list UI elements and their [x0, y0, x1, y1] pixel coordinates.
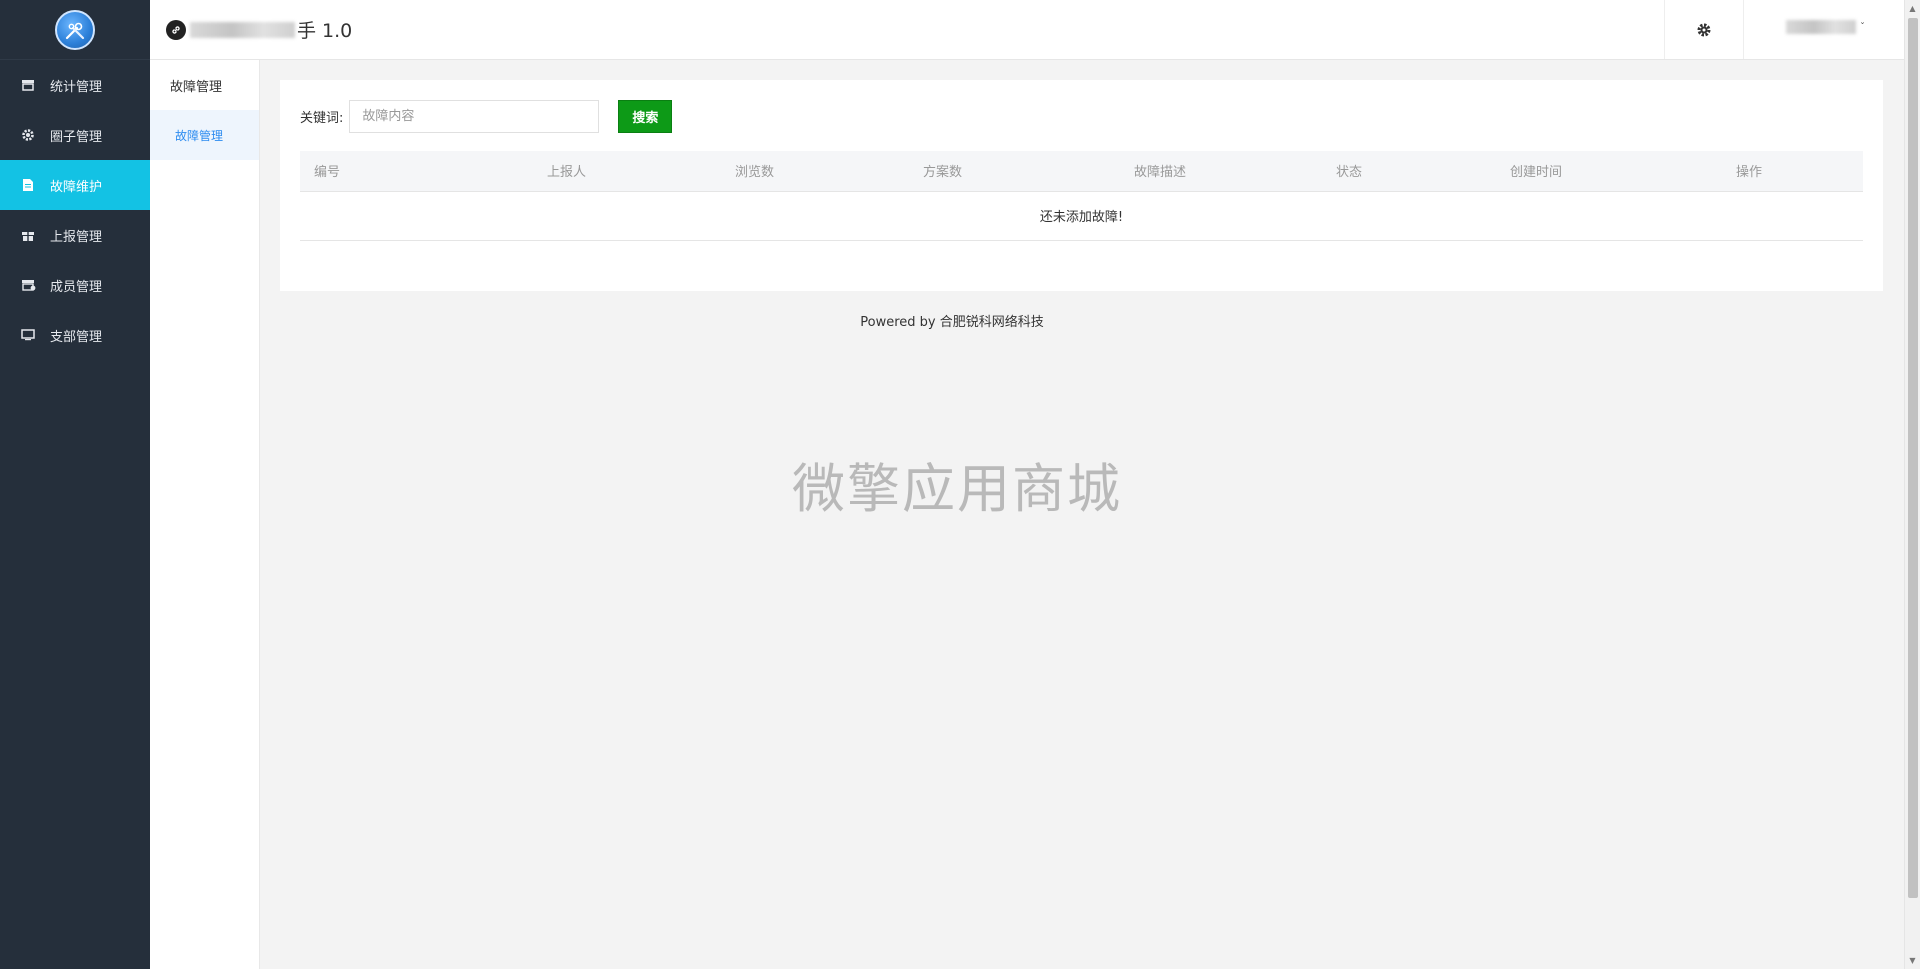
secondary-nav: 故障管理 故障管理 [150, 60, 260, 969]
column-header-actions: 操作 [1736, 165, 1763, 181]
sidebar-menu: 统计管理 圈子管理 故障维护 上报管理 成员管理 支部管理 [0, 60, 150, 360]
sidebar-item-circles[interactable]: 圈子管理 [0, 110, 150, 160]
column-header-solutions: 方案数 [923, 165, 963, 181]
watermark: 微擎应用商城 [792, 459, 1122, 520]
column-header-reporter: 上报人 [547, 165, 587, 181]
empty-row: 还未添加故障! [300, 191, 1863, 240]
footer-prefix: Powered by [860, 315, 936, 330]
gear-icon [20, 127, 36, 143]
logo-area [0, 0, 150, 60]
column-header-created-time: 创建时间 [1510, 165, 1563, 181]
sidebar-item-label: 上报管理 [50, 229, 103, 245]
top-header: 手 1.0 ˇ [150, 0, 1904, 60]
store-icon [20, 277, 36, 293]
redacted-username [1786, 20, 1856, 34]
link-icon [166, 19, 186, 40]
column-header-description: 故障描述 [1134, 165, 1187, 181]
scroll-up-icon[interactable]: ▲ [1905, 0, 1920, 17]
monitor-icon [20, 327, 36, 343]
sidebar-item-statistics[interactable]: 统计管理 [0, 60, 150, 110]
subnav-title: 故障管理 [170, 79, 223, 95]
sidebar-item-members[interactable]: 成员管理 [0, 260, 150, 310]
tools-icon [65, 22, 85, 39]
search-bar: 关键词: 搜索 [300, 100, 673, 133]
empty-message: 还未添加故障! [1039, 210, 1124, 225]
sidebar-item-label: 成员管理 [50, 279, 103, 295]
main-sidebar: 统计管理 圈子管理 故障维护 上报管理 成员管理 支部管理 [0, 0, 150, 969]
keyword-input[interactable] [349, 100, 600, 133]
app-logo[interactable] [55, 9, 95, 50]
sidebar-item-branches[interactable]: 支部管理 [0, 310, 150, 360]
content-panel: 关键词: 搜索 编号 上报人 浏览数 方案数 故障描述 状态 创建时间 操作 还… [280, 80, 1883, 291]
sidebar-item-reports[interactable]: 上报管理 [0, 210, 150, 260]
app-brand[interactable]: 手 1.0 [166, 16, 352, 43]
gear-icon [1697, 23, 1711, 36]
vertical-scrollbar[interactable]: ▲ ▼ [1904, 0, 1920, 969]
column-header-views: 浏览数 [735, 165, 775, 181]
gift-icon [20, 227, 36, 243]
subnav-item-fault-management[interactable]: 故障管理 [150, 110, 259, 160]
user-menu[interactable]: ˇ [1786, 20, 1865, 34]
sidebar-item-label: 支部管理 [50, 329, 103, 345]
sidebar-item-label: 故障维护 [50, 179, 103, 195]
search-button[interactable]: 搜索 [618, 100, 673, 133]
footer-company-link[interactable]: 合肥锐科网络科技 [940, 315, 1044, 330]
fault-table: 编号 上报人 浏览数 方案数 故障描述 状态 创建时间 操作 还未添加故障! [300, 151, 1863, 241]
column-header-id: 编号 [314, 165, 341, 181]
sidebar-item-label: 圈子管理 [50, 129, 103, 145]
sidebar-item-label: 统计管理 [50, 79, 103, 95]
footer: Powered by 合肥锐科网络科技 [280, 311, 1624, 330]
scroll-down-icon[interactable]: ▼ [1905, 952, 1920, 969]
column-header-status: 状态 [1336, 165, 1363, 181]
scrollbar-thumb[interactable] [1908, 18, 1918, 898]
redacted-app-name [190, 21, 295, 38]
document-icon [20, 177, 36, 193]
chevron-down-icon: ˇ [1860, 21, 1865, 33]
app-title: 手 1.0 [297, 20, 353, 42]
shop-icon [20, 77, 36, 93]
keyword-label: 关键词: [300, 111, 344, 126]
settings-button[interactable] [1664, 0, 1744, 59]
table-header-row: 编号 上报人 浏览数 方案数 故障描述 状态 创建时间 操作 [300, 151, 1863, 191]
sidebar-item-fault-maintenance[interactable]: 故障维护 [0, 160, 150, 210]
